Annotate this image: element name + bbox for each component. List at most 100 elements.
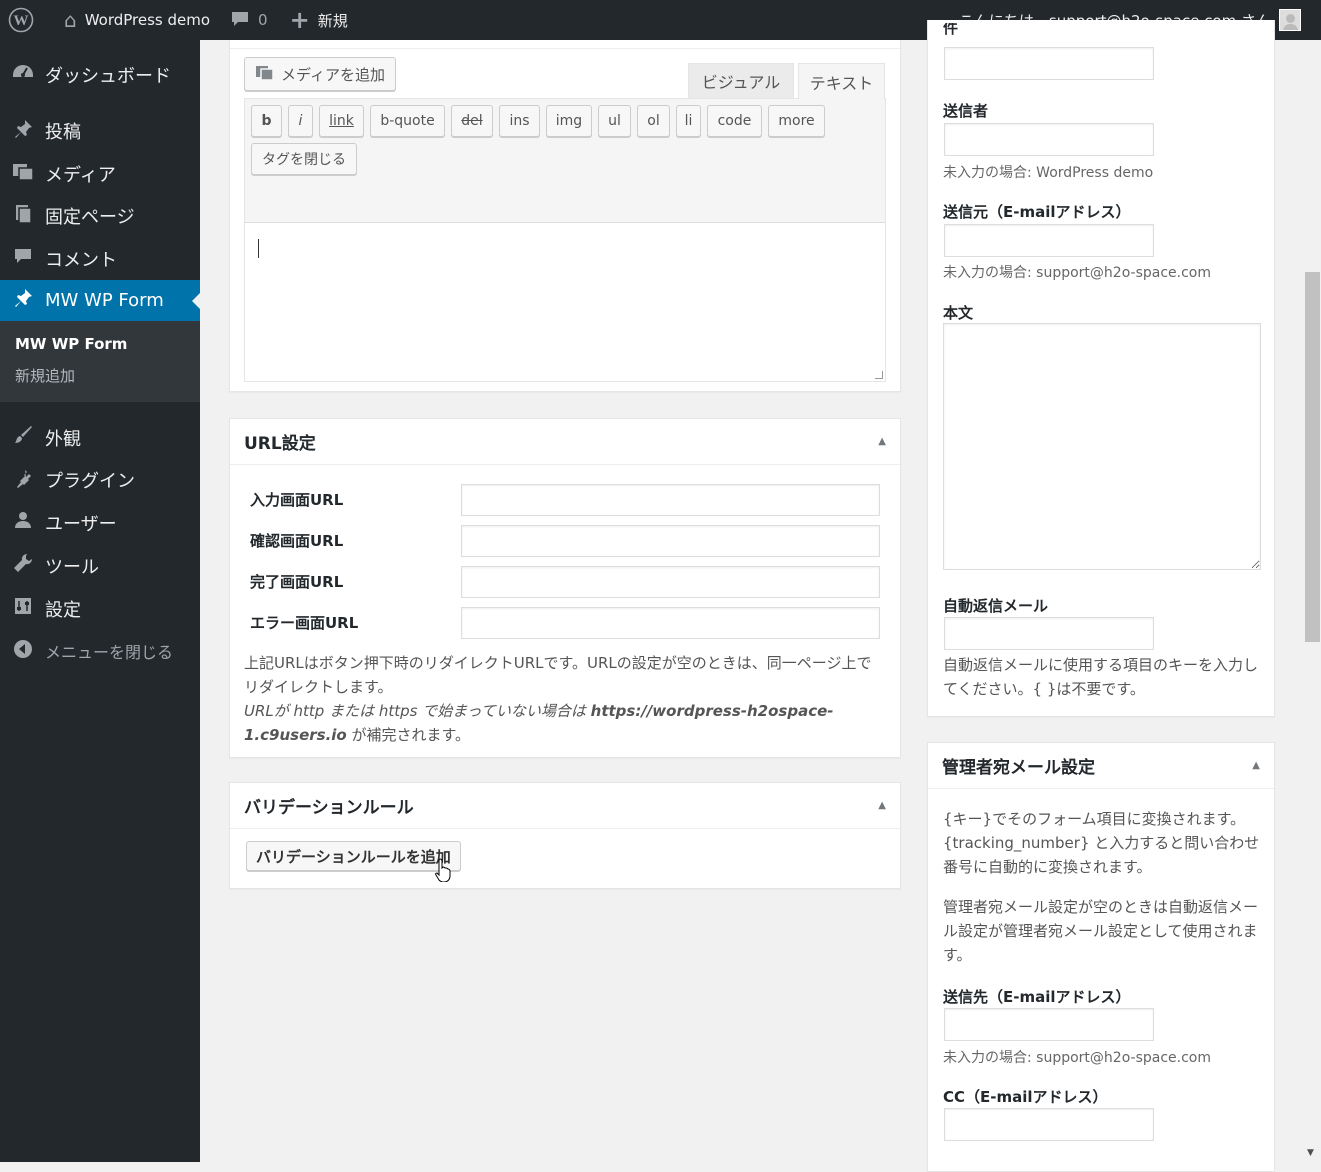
qt-del-button[interactable]: del [451,105,493,137]
error-url-row: エラー画面URL [250,602,880,643]
complete-url-label: 完了画面URL [250,573,344,591]
admin-mail-header[interactable]: 管理者宛メール設定 ▲ [928,743,1274,789]
qt-more-button[interactable]: more [768,105,825,137]
validation-header[interactable]: バリデーションルール ▲ [230,783,900,829]
error-url-field[interactable] [461,606,880,639]
qt-ins-button[interactable]: ins [499,105,540,137]
hand-cursor-icon [435,858,451,882]
collapse-arrow-up-icon[interactable]: ▲ [1252,760,1260,771]
menu-label: 設定 [45,599,81,621]
menu-posts[interactable]: 投稿 [0,110,200,152]
submenu-item-mw-wp-form[interactable]: MW WP Form [0,329,200,359]
content-textarea[interactable] [245,223,885,381]
from-field[interactable] [944,224,1154,257]
menu-media[interactable]: メディア [0,152,200,195]
qt-ol-button[interactable]: ol [637,105,670,137]
url-note-suffix: が補完されます。 [346,726,470,744]
collapse-arrow-up-icon[interactable]: ▲ [878,436,886,447]
page-scrollbar[interactable]: ▼ [1302,40,1321,1162]
menu-label: 外観 [45,428,81,450]
confirm-url-label: 確認画面URL [250,532,344,550]
validation-box: バリデーションルール ▲ バリデーションルールを追加 [229,782,901,889]
menu-users[interactable]: ユーザー [0,501,200,544]
menu-appearance[interactable]: 外観 [0,416,200,459]
tab-visual[interactable]: ビジュアル [688,63,794,98]
subject-field[interactable] [944,47,1154,80]
qt-bquote-button[interactable]: b-quote [370,105,445,137]
url-settings-box: URL設定 ▲ 入力画面URL 確認画面URL 完了画面URL エラー画面URL… [229,418,901,758]
subject-label: 件名 [943,23,959,37]
tab-visual-label: ビジュアル [701,73,781,92]
menu-mw-wp-form[interactable]: MW WP Form [0,280,200,321]
text-cursor [258,239,259,258]
tab-text[interactable]: テキスト [798,63,885,99]
qt-label: li [684,113,693,129]
complete-url-field[interactable] [461,565,880,598]
scroll-down-arrow-icon[interactable]: ▼ [1307,1148,1314,1158]
close-tags-button[interactable]: タグを閉じる [251,143,357,175]
qt-label: img [555,113,583,129]
wp-logo-button[interactable]: W [0,0,42,40]
autoreply-hint: 自動返信メールに使用する項目のキーを入力してください。{ }は不要です。 [943,656,1259,698]
menu-comments[interactable]: コメント [0,237,200,280]
qt-label: b [261,113,272,129]
menu-label: 固定ページ [45,207,135,228]
submenu-item-add-new[interactable]: 新規追加 [0,359,200,392]
pin-icon [10,288,36,313]
admin-mail-box: 管理者宛メール設定 ▲ {キー}でそのフォーム項目に変換されます。 {track… [927,742,1275,1172]
menu-plugins[interactable]: プラグイン [0,459,200,501]
cc-label: CC（E-mailアドレス） [943,1088,1108,1106]
add-validation-rule-button[interactable]: バリデーションルールを追加 [246,841,461,871]
collapse-menu-button[interactable]: メニューを閉じる [0,630,200,672]
cc-field[interactable] [944,1108,1154,1141]
camera-icon [255,63,275,85]
autoreply-label: 自動返信メール [943,597,1049,615]
new-content-link[interactable]: + 新規 [282,0,356,40]
qt-label: link [329,113,354,129]
qt-link-button[interactable]: link [319,105,364,137]
menu-tools[interactable]: ツール [0,544,200,587]
input-url-field[interactable] [461,483,880,516]
admin-mail-desc2: 管理者宛メール設定が空のときは自動返信メール設定が管理者宛メール設定として使用さ… [943,898,1259,964]
resize-handle-icon[interactable] [875,371,883,379]
qt-code-button[interactable]: code [707,105,762,137]
body-textarea[interactable] [943,323,1261,570]
autoreply-field[interactable] [944,617,1154,650]
add-media-label: メディアを追加 [281,65,385,84]
wrench-icon [10,553,36,578]
confirm-url-row: 確認画面URL [250,520,880,561]
qt-b-button[interactable]: b [251,105,282,137]
scrollbar-thumb[interactable] [1305,272,1320,642]
tab-text-label: テキスト [809,73,874,93]
site-name-link[interactable]: ⌂ WordPress demo [56,0,218,40]
complete-url-row: 完了画面URL [250,561,880,602]
settings-icon [10,596,36,621]
sender-field[interactable] [944,123,1154,156]
brush-icon [10,425,36,450]
qt-li-button[interactable]: li [676,105,701,137]
to-field[interactable] [944,1008,1154,1041]
url-note-line1: 上記URLはボタン押下時のリダイレクトURLです。URLの設定が空のときは、同一… [244,654,872,696]
collapse-arrow-icon [10,639,36,664]
new-label: 新規 [317,11,348,30]
qt-i-button[interactable]: i [288,105,313,137]
qt-img-button[interactable]: img [546,105,592,137]
confirm-url-field[interactable] [461,524,880,557]
menu-dashboard[interactable]: ダッシュボード [0,54,200,96]
url-settings-header[interactable]: URL設定 ▲ [230,419,900,465]
sender-label: 送信者 [943,102,989,120]
qt-label: i [298,113,303,129]
menu-pages[interactable]: 固定ページ [0,195,200,237]
url-note-prefix: URLが http または https で始まっていない場合は [244,702,591,720]
menu-settings[interactable]: 設定 [0,587,200,630]
comments-link[interactable]: 0 [222,0,276,40]
collapse-arrow-up-icon[interactable]: ▲ [878,800,886,811]
url-note-line2: URLが http または https で始まっていない場合は https://… [244,699,886,747]
qt-label: ins [509,113,530,129]
add-media-button[interactable]: メディアを追加 [244,57,396,91]
admin-mail-desc1: {キー}でそのフォーム項目に変換されます。 {tracking_number} … [943,810,1260,876]
from-hint: 未入力の場合: support@h2o-space.com [943,265,1211,281]
comment-icon [10,246,36,271]
to-label: 送信先（E-mailアドレス） [943,988,1131,1006]
qt-ul-button[interactable]: ul [598,105,631,137]
